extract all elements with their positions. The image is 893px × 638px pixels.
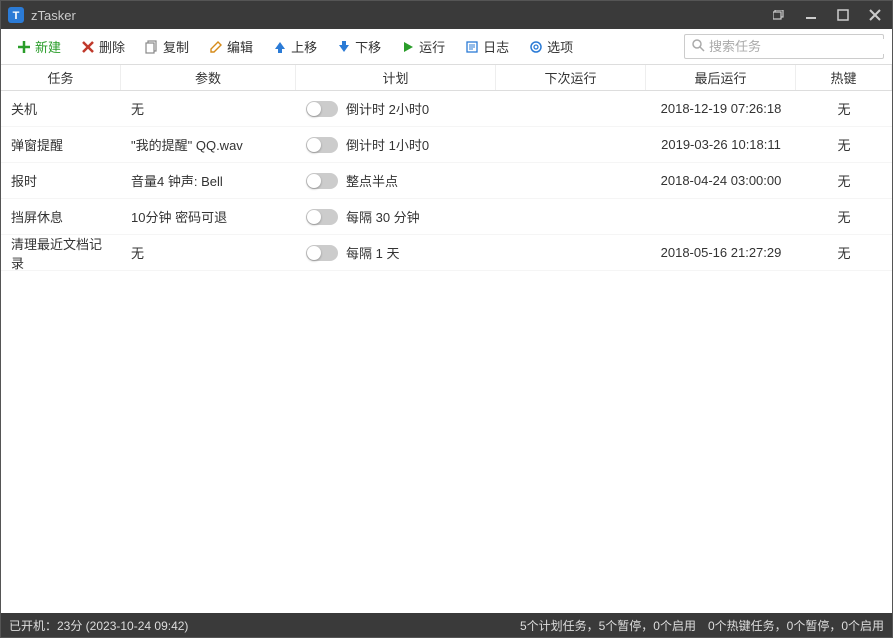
task-row[interactable]: 清理最近文档记录 无 每隔 1 天 2018-05-16 21:27:29 无 xyxy=(1,235,892,271)
run-button[interactable]: 运行 xyxy=(393,33,453,60)
col-header-task[interactable]: 任务 xyxy=(1,65,121,90)
edit-button[interactable]: 编辑 xyxy=(201,33,261,60)
plus-icon xyxy=(17,40,31,54)
task-param-cell: 音量4 钟声: Bell xyxy=(121,171,296,190)
statusbar: 已开机：23分 (2023-10-24 09:42) 5个计划任务，5个暂停，0… xyxy=(1,613,892,637)
col-header-next[interactable]: 下次运行 xyxy=(496,65,646,90)
restore-icon[interactable] xyxy=(768,5,790,25)
task-last-cell: 2018-05-16 21:27:29 xyxy=(646,245,796,260)
status-uptime: 已开机：23分 (2023-10-24 09:42) xyxy=(9,617,188,634)
task-toggle[interactable] xyxy=(306,101,338,117)
task-param-cell: 无 xyxy=(121,243,296,262)
gear-icon xyxy=(529,40,543,54)
task-name-cell: 报时 xyxy=(1,171,121,190)
col-header-param[interactable]: 参数 xyxy=(121,65,296,90)
task-plan-cell: 倒计时 2小时0 xyxy=(296,99,496,118)
maximize-icon[interactable] xyxy=(832,5,854,25)
new-label: 新建 xyxy=(35,37,61,56)
play-icon xyxy=(401,40,415,54)
task-name-cell: 弹窗提醒 xyxy=(1,135,121,154)
task-toggle[interactable] xyxy=(306,137,338,153)
task-hotkey-cell: 无 xyxy=(796,171,892,190)
svg-text:T: T xyxy=(13,10,20,22)
task-toggle[interactable] xyxy=(306,173,338,189)
movedown-label: 下移 xyxy=(355,37,381,56)
task-plan-text: 整点半点 xyxy=(346,171,398,190)
task-hotkey-cell: 无 xyxy=(796,135,892,154)
options-label: 选项 xyxy=(547,37,573,56)
arrow-up-icon xyxy=(273,40,287,54)
delete-label: 删除 xyxy=(99,37,125,56)
movedown-button[interactable]: 下移 xyxy=(329,33,389,60)
task-hotkey-cell: 无 xyxy=(796,207,892,226)
task-plan-text: 倒计时 1小时0 xyxy=(346,135,429,154)
task-hotkey-cell: 无 xyxy=(796,243,892,262)
log-label: 日志 xyxy=(483,37,509,56)
titlebar: T zTasker xyxy=(1,1,892,29)
run-label: 运行 xyxy=(419,37,445,56)
task-list: 关机 无 倒计时 2小时0 2018-12-19 07:26:18 无 弹窗提醒… xyxy=(1,91,892,613)
task-name-cell: 关机 xyxy=(1,99,121,118)
options-button[interactable]: 选项 xyxy=(521,33,581,60)
task-plan-text: 每隔 1 天 xyxy=(346,243,399,262)
task-name-cell: 挡屏休息 xyxy=(1,207,121,226)
task-plan-cell: 倒计时 1小时0 xyxy=(296,135,496,154)
col-header-hotkey[interactable]: 热键 xyxy=(796,65,892,90)
app-icon: T xyxy=(7,6,25,24)
window-controls xyxy=(768,5,886,25)
new-button[interactable]: 新建 xyxy=(9,33,69,60)
task-toggle[interactable] xyxy=(306,245,338,261)
close-icon[interactable] xyxy=(864,5,886,25)
task-hotkey-cell: 无 xyxy=(796,99,892,118)
status-summary: 5个计划任务，5个暂停，0个启用 0个热键任务，0个暂停，0个启用 xyxy=(188,617,884,634)
task-name-cell: 清理最近文档记录 xyxy=(1,234,121,272)
search-input[interactable] xyxy=(709,39,885,54)
table-header: 任务 参数 计划 下次运行 最后运行 热键 xyxy=(1,65,892,91)
task-last-cell: 2019-03-26 10:18:11 xyxy=(646,137,796,152)
app-title: zTasker xyxy=(31,8,768,23)
search-icon xyxy=(691,38,705,55)
delete-button[interactable]: 删除 xyxy=(73,33,133,60)
task-last-cell: 2018-04-24 03:00:00 xyxy=(646,173,796,188)
task-param-cell: 10分钟 密码可退 xyxy=(121,207,296,226)
task-toggle[interactable] xyxy=(306,209,338,225)
copy-button[interactable]: 复制 xyxy=(137,33,197,60)
task-plan-text: 每隔 30 分钟 xyxy=(346,207,420,226)
moveup-label: 上移 xyxy=(291,37,317,56)
edit-label: 编辑 xyxy=(227,37,253,56)
toolbar: 新建 删除 复制 编辑 上移 下移 运行 日志 选项 xyxy=(1,29,892,65)
task-last-cell: 2018-12-19 07:26:18 xyxy=(646,101,796,116)
task-row[interactable]: 报时 音量4 钟声: Bell 整点半点 2018-04-24 03:00:00… xyxy=(1,163,892,199)
task-plan-cell: 每隔 1 天 xyxy=(296,243,496,262)
task-row[interactable]: 挡屏休息 10分钟 密码可退 每隔 30 分钟 无 xyxy=(1,199,892,235)
task-plan-cell: 整点半点 xyxy=(296,171,496,190)
copy-icon xyxy=(145,40,159,54)
delete-icon xyxy=(81,40,95,54)
edit-icon xyxy=(209,40,223,54)
col-header-plan[interactable]: 计划 xyxy=(296,65,496,90)
copy-label: 复制 xyxy=(163,37,189,56)
task-row[interactable]: 弹窗提醒 "我的提醒" QQ.wav 倒计时 1小时0 2019-03-26 1… xyxy=(1,127,892,163)
log-button[interactable]: 日志 xyxy=(457,33,517,60)
arrow-down-icon xyxy=(337,40,351,54)
minimize-icon[interactable] xyxy=(800,5,822,25)
task-plan-text: 倒计时 2小时0 xyxy=(346,99,429,118)
col-header-last[interactable]: 最后运行 xyxy=(646,65,796,90)
task-param-cell: "我的提醒" QQ.wav xyxy=(121,135,296,154)
task-row[interactable]: 关机 无 倒计时 2小时0 2018-12-19 07:26:18 无 xyxy=(1,91,892,127)
task-param-cell: 无 xyxy=(121,99,296,118)
search-box[interactable] xyxy=(684,34,884,59)
task-plan-cell: 每隔 30 分钟 xyxy=(296,207,496,226)
log-icon xyxy=(465,40,479,54)
moveup-button[interactable]: 上移 xyxy=(265,33,325,60)
